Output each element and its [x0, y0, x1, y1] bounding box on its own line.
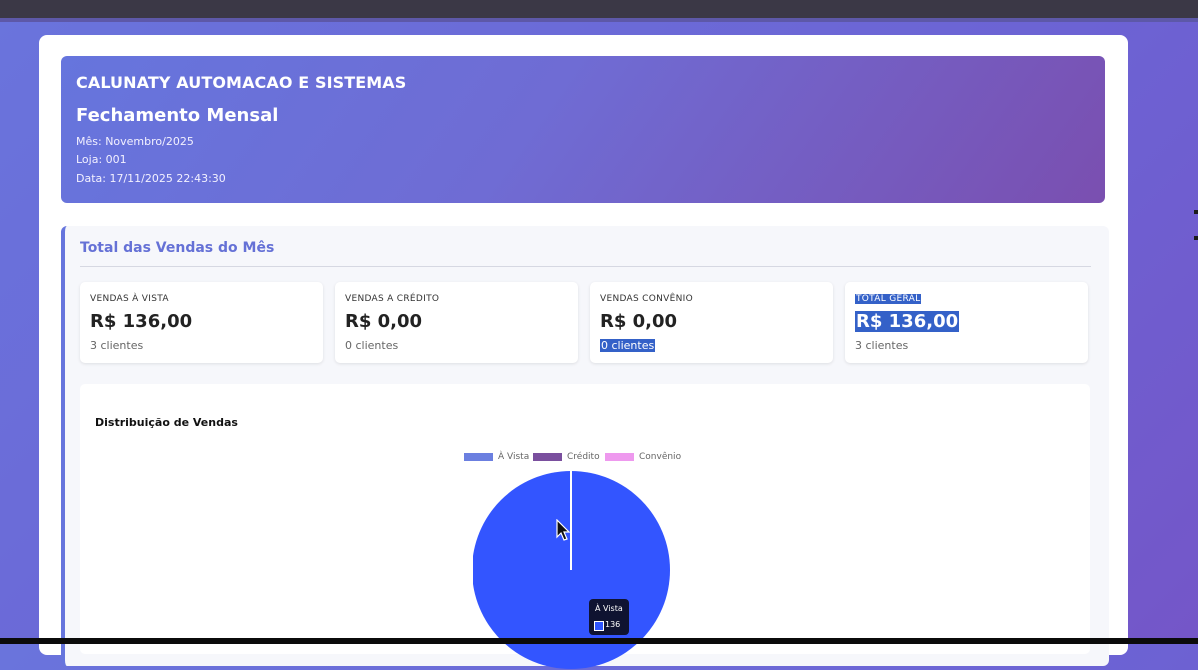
window-bottom-edge	[0, 638, 1198, 644]
scroll-marker	[1194, 210, 1198, 214]
card-cash-sales: VENDAS À VISTA R$ 136,00 3 clientes	[80, 282, 323, 363]
tooltip-value: 136	[605, 620, 621, 629]
tooltip-swatch	[594, 621, 604, 631]
report-header: CALUNATY AUTOMACAO E SISTEMAS Fechamento…	[61, 56, 1105, 203]
card-label: TOTAL GERAL	[855, 294, 922, 304]
card-clients: 0 clientes	[600, 339, 656, 352]
window-top-edge	[0, 18, 1198, 22]
card-label: VENDAS A CRÉDITO	[345, 294, 440, 304]
legend-label: Convênio	[639, 452, 682, 462]
report-date: Data: 17/11/2025 22:43:30	[76, 172, 226, 185]
card-clients: 3 clientes	[90, 339, 144, 352]
card-credit-sales: VENDAS A CRÉDITO R$ 0,00 0 clientes	[335, 282, 578, 363]
card-value: R$ 136,00	[855, 311, 960, 332]
report-title: Fechamento Mensal	[76, 105, 279, 126]
legend-label: Crédito	[567, 452, 600, 462]
window-top-bar	[0, 0, 1198, 18]
chart-tooltip: À Vista 136	[589, 599, 629, 635]
report-store: Loja: 001	[76, 153, 127, 166]
card-label: VENDAS À VISTA	[90, 294, 169, 304]
card-agreement-sales: VENDAS CONVÊNIO R$ 0,00 0 clientes	[590, 282, 833, 363]
legend-swatch	[464, 453, 493, 461]
legend-label: À Vista	[498, 452, 530, 462]
legend-swatch	[605, 453, 634, 461]
card-grand-total: TOTAL GERAL R$ 136,00 3 clientes	[845, 282, 1088, 363]
tooltip-label: À Vista	[595, 604, 623, 613]
scroll-marker	[1194, 236, 1198, 240]
card-clients: 0 clientes	[345, 339, 399, 352]
card-value: R$ 0,00	[600, 311, 678, 332]
card-value: R$ 136,00	[90, 311, 193, 332]
legend-item[interactable]: À Vista	[464, 452, 529, 462]
section-title: Total das Vendas do Mês	[80, 240, 275, 256]
report-page: CALUNATY AUTOMACAO E SISTEMAS Fechamento…	[39, 35, 1128, 669]
card-label: VENDAS CONVÊNIO	[600, 294, 693, 304]
chart-legend: À Vista Crédito Convênio	[80, 452, 1090, 466]
card-value: R$ 0,00	[345, 311, 423, 332]
chart-title: Distribuição de Vendas	[95, 416, 238, 429]
legend-item[interactable]: Convênio	[605, 452, 681, 462]
legend-swatch	[533, 453, 562, 461]
report-month: Mês: Novembro/2025	[76, 135, 194, 148]
sales-summary-section: Total das Vendas do Mês VENDAS À VISTA R…	[61, 226, 1109, 669]
legend-item[interactable]: Crédito	[533, 452, 600, 462]
card-clients: 3 clientes	[855, 339, 909, 352]
mouse-cursor-icon	[556, 519, 571, 541]
company-name: CALUNATY AUTOMACAO E SISTEMAS	[76, 73, 407, 92]
section-divider	[80, 266, 1091, 267]
sales-distribution-chart: Distribuição de Vendas À Vista Crédito Con…	[80, 384, 1090, 669]
